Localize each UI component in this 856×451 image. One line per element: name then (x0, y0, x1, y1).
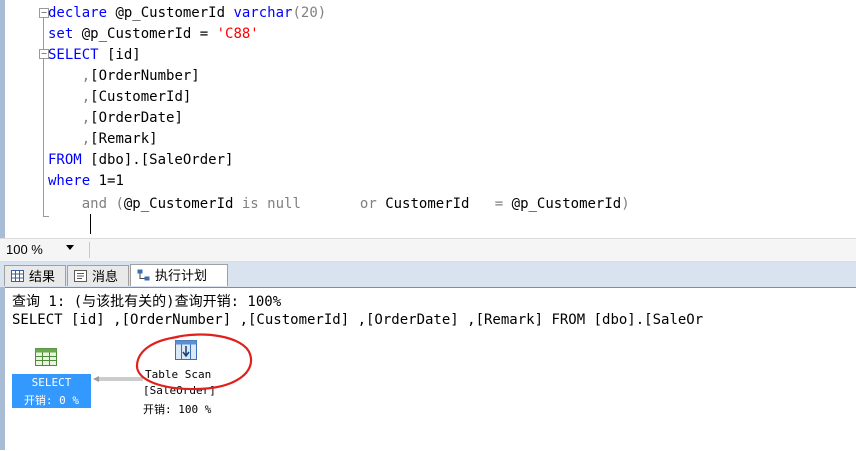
text-caret (90, 214, 91, 234)
select-icon (35, 348, 57, 366)
code-line-and: and (@p_CustomerId is null or CustomerId… (48, 196, 630, 212)
plan-node-cost: 开销: 0 % (23, 394, 80, 407)
code-line-column: ,[OrderNumber] (48, 68, 200, 84)
fold-guide-end (43, 216, 49, 217)
zoom-bar: 100 % (0, 238, 856, 262)
tab-messages[interactable]: 消息 (67, 265, 129, 286)
plan-node-label: SELECT (31, 376, 72, 389)
code-line-column: ,[Remark] (48, 131, 158, 147)
zoom-level-label: 100 % (6, 242, 43, 257)
annotation-circle (135, 333, 253, 391)
grid-icon (11, 270, 24, 282)
code-line-set: set @p_CustomerId = 'C88' (48, 26, 259, 42)
execution-plan-pane: 查询 1: (与该批有关的)查询开销: 100% SELECT [id] ,[O… (5, 287, 856, 451)
divider (89, 242, 90, 258)
code-line-from: FROM [dbo].[SaleOrder] (48, 152, 234, 168)
tab-label: 消息 (92, 269, 119, 284)
plan-node-select[interactable]: SELECT 开销: 0 % (12, 374, 91, 408)
query-sql-text: SELECT [id] ,[OrderNumber] ,[CustomerId]… (12, 312, 704, 328)
chevron-down-icon[interactable] (66, 245, 74, 250)
tab-label: 执行计划 (155, 268, 208, 283)
code-line-column: ,[OrderDate] (48, 110, 183, 126)
results-tab-bar: 结果 消息 执行计划 (0, 262, 856, 287)
code-line-select: SELECT [id] (48, 47, 141, 63)
query-cost-header: 查询 1: (与该批有关的)查询开销: 100% (12, 294, 282, 310)
tab-label: 结果 (29, 269, 56, 284)
fold-guide-line (43, 18, 44, 216)
code-line-where: where 1=1 (48, 173, 124, 189)
sql-editor[interactable]: − − declare @p_CustomerId varchar(20) se… (5, 0, 856, 238)
code-line-column: ,[CustomerId] (48, 89, 192, 105)
tab-results[interactable]: 结果 (4, 265, 66, 286)
message-icon (74, 270, 87, 282)
tab-execution-plan[interactable]: 执行计划 (130, 264, 228, 286)
code-line-declare: declare @p_CustomerId varchar(20) (48, 5, 327, 21)
plan-node-cost: 开销: 100 % (143, 403, 212, 416)
execution-plan-icon (137, 269, 150, 281)
